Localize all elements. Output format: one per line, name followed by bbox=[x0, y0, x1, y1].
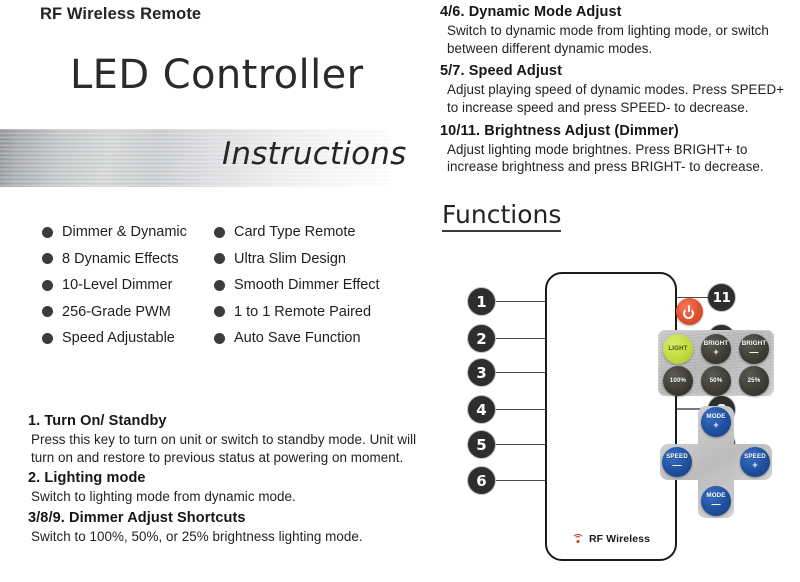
list-item: Speed Adjustable bbox=[42, 325, 202, 352]
instruction-section: 4/6. Dynamic Mode Adjust Switch to dynam… bbox=[440, 4, 792, 57]
bright-down-button[interactable]: BRIGHT — bbox=[739, 334, 769, 364]
feature-label: Card Type Remote bbox=[234, 224, 356, 241]
light-button-label: LIGHT bbox=[668, 344, 688, 352]
list-item: Smooth Dimmer Effect bbox=[214, 272, 429, 299]
callout-3: 3 bbox=[468, 359, 495, 386]
instruction-section: 10/11. Brightness Adjust (Dimmer) Adjust… bbox=[440, 123, 792, 176]
instruction-section: 3/8/9. Dimmer Adjust Shortcuts Switch to… bbox=[28, 510, 424, 546]
remote-footer: RF Wireless bbox=[547, 533, 675, 545]
bright-up-button[interactable]: BRIGHT + bbox=[701, 334, 731, 364]
section-body: Switch to dynamic mode from lighting mod… bbox=[447, 23, 769, 56]
list-item: 256-Grade PWM bbox=[42, 299, 202, 326]
preset-50-label: 50% bbox=[709, 376, 723, 384]
feature-label: Ultra Slim Design bbox=[234, 250, 346, 267]
bullet-icon bbox=[42, 226, 53, 238]
preset-25-label: 25% bbox=[747, 376, 761, 384]
feature-label: Speed Adjustable bbox=[62, 330, 175, 347]
section-body: Press this key to turn on unit or switch… bbox=[31, 432, 417, 465]
instruction-section: 5/7. Speed Adjust Adjust playing speed o… bbox=[440, 63, 792, 116]
wifi-icon bbox=[571, 534, 584, 544]
section-heading: 10/11. Brightness Adjust (Dimmer) bbox=[440, 122, 679, 139]
bullet-icon bbox=[214, 279, 225, 291]
section-heading: 4/6. Dynamic Mode Adjust bbox=[440, 4, 622, 20]
preset-100-label: 100% bbox=[669, 376, 687, 384]
feature-label: Dimmer & Dynamic bbox=[62, 224, 187, 241]
preset-50-button[interactable]: 50% bbox=[701, 366, 731, 396]
callout-4: 4 bbox=[468, 396, 495, 423]
mode-down-button[interactable]: MODE — bbox=[701, 486, 731, 516]
bright-down-sign: — bbox=[749, 347, 759, 358]
list-item: Ultra Slim Design bbox=[214, 246, 429, 273]
section-heading: 5/7. Speed Adjust bbox=[440, 63, 563, 80]
functions-heading: Functions bbox=[442, 201, 562, 233]
list-item: Card Type Remote bbox=[214, 219, 429, 246]
speed-up-button[interactable]: SPEED + bbox=[740, 447, 770, 477]
instruction-sheet: RF Wireless Remote LED Controller Instru… bbox=[0, 0, 800, 582]
callout-1: 1 bbox=[468, 288, 495, 315]
remote-diagram: 1 2 3 4 5 6 11 10 9 8 7 LIGHT BRIGHT + bbox=[440, 264, 790, 569]
preset-25-button[interactable]: 25% bbox=[739, 366, 769, 396]
list-item: 8 Dynamic Effects bbox=[42, 246, 202, 273]
feature-label: Auto Save Function bbox=[234, 330, 361, 347]
bullet-icon bbox=[42, 279, 53, 291]
bullet-icon bbox=[42, 306, 53, 318]
instruction-section: 1. Turn On/ Standby Press this key to tu… bbox=[28, 413, 424, 466]
callout-5: 5 bbox=[468, 431, 495, 458]
feature-label: 256-Grade PWM bbox=[62, 303, 171, 320]
bright-up-sign: + bbox=[713, 347, 719, 358]
light-button[interactable]: LIGHT bbox=[663, 334, 693, 364]
instruction-section: 2. Lighting mode Switch to lighting mode… bbox=[28, 470, 424, 506]
list-item: Dimmer & Dynamic bbox=[42, 219, 202, 246]
power-button[interactable] bbox=[676, 298, 703, 325]
speed-down-sign: — bbox=[672, 460, 682, 471]
bullet-icon bbox=[214, 332, 225, 344]
section-body: Switch to 100%, 50%, or 25% brightness l… bbox=[31, 529, 363, 545]
power-icon bbox=[683, 305, 696, 319]
speed-down-button[interactable]: SPEED — bbox=[662, 447, 692, 477]
bullet-icon bbox=[214, 226, 225, 238]
right-instruction-sections: 4/6. Dynamic Mode Adjust Switch to dynam… bbox=[440, 4, 792, 182]
subtitle: Instructions bbox=[222, 136, 407, 172]
callout-6: 6 bbox=[468, 467, 495, 494]
list-item: 10-Level Dimmer bbox=[42, 272, 202, 299]
remote-body: LIGHT BRIGHT + BRIGHT — 100% 50% 25% MOD… bbox=[545, 272, 774, 561]
section-heading: 2. Lighting mode bbox=[28, 470, 146, 487]
left-instruction-sections: 1. Turn On/ Standby Press this key to tu… bbox=[28, 413, 424, 550]
bullet-icon bbox=[214, 253, 225, 265]
section-body: Adjust lighting mode brightnes. Press BR… bbox=[447, 141, 764, 175]
feature-label: 1 to 1 Remote Paired bbox=[234, 303, 372, 320]
mode-up-sign: + bbox=[713, 420, 719, 431]
mode-down-sign: — bbox=[711, 499, 721, 510]
section-body: Adjust playing speed of dynamic modes. P… bbox=[447, 82, 785, 116]
list-item: Auto Save Function bbox=[214, 325, 429, 352]
list-item: 1 to 1 Remote Paired bbox=[214, 299, 429, 326]
page-title: LED Controller bbox=[70, 52, 364, 98]
section-heading: 3/8/9. Dimmer Adjust Shortcuts bbox=[28, 510, 246, 527]
preset-100-button[interactable]: 100% bbox=[663, 366, 693, 396]
mode-up-button[interactable]: MODE + bbox=[701, 407, 731, 437]
brand-line: RF Wireless Remote bbox=[40, 5, 202, 23]
callout-2: 2 bbox=[468, 325, 495, 352]
section-body: Switch to lighting mode from dynamic mod… bbox=[31, 489, 296, 505]
feature-label: Smooth Dimmer Effect bbox=[234, 277, 380, 294]
speed-up-sign: + bbox=[752, 460, 758, 471]
section-heading: 1. Turn On/ Standby bbox=[28, 413, 167, 429]
bullet-icon bbox=[42, 332, 53, 344]
bullet-icon bbox=[214, 306, 225, 318]
feature-list: Dimmer & Dynamic Card Type Remote 8 Dyna… bbox=[42, 219, 427, 352]
feature-label: 10-Level Dimmer bbox=[62, 277, 173, 294]
feature-label: 8 Dynamic Effects bbox=[62, 250, 179, 267]
remote-footer-label: RF Wireless bbox=[588, 533, 651, 545]
callout-11: 11 bbox=[708, 284, 735, 311]
bullet-icon bbox=[42, 253, 53, 265]
